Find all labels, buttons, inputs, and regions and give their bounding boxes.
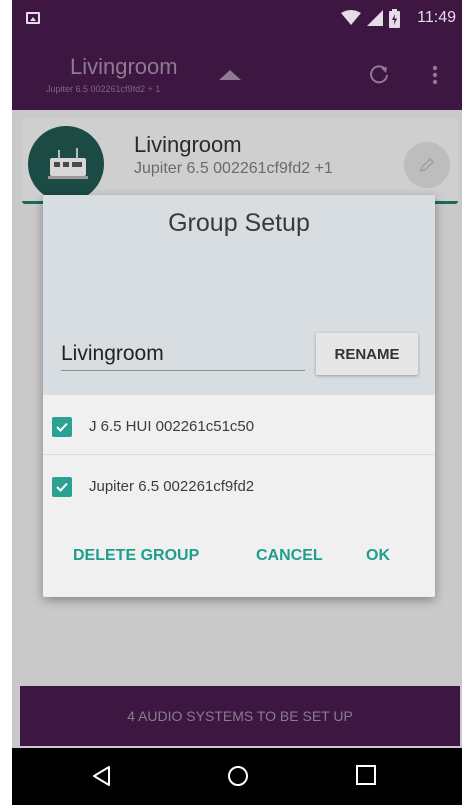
cancel-button[interactable]: CANCEL (256, 547, 323, 565)
refresh-icon[interactable] (368, 63, 390, 85)
checkmark-icon (56, 482, 68, 492)
phone-screen: 11:49 Livingroom Jupiter 6.5 002261cf9fd… (12, 0, 462, 805)
battery-charging-icon (389, 8, 400, 28)
device-checkbox[interactable] (52, 477, 72, 497)
recents-icon[interactable] (355, 764, 377, 786)
device-label: Jupiter 6.5 002261cf9fd2 (89, 478, 255, 495)
device-label: J 6.5 HUI 002261c51c50 (89, 418, 255, 435)
device-row[interactable]: J 6.5 HUI 002261c51c50 (43, 397, 435, 455)
app-bar-subtitle: Jupiter 6.5 002261cf9fd2 + 1 (46, 84, 161, 94)
group-card[interactable]: Livingroom Jupiter 6.5 002261cf9fd2 +1 (22, 118, 458, 204)
back-icon[interactable] (90, 764, 114, 788)
caret-up-icon[interactable] (219, 70, 241, 80)
edit-button[interactable] (404, 142, 450, 188)
device-checkbox[interactable] (52, 417, 72, 437)
overflow-menu-icon[interactable] (432, 65, 438, 85)
status-time: 11:49 (417, 9, 456, 26)
navigation-bar (12, 748, 462, 805)
device-row[interactable]: Jupiter 6.5 002261cf9fd2 (43, 457, 435, 515)
dialog-actions: DELETE GROUP CANCEL OK (43, 535, 435, 579)
group-card-name: Livingroom (134, 132, 242, 157)
wifi-icon (341, 10, 361, 25)
dialog-header: Group Setup RENAME (43, 195, 435, 395)
edit-pencil-icon (419, 157, 435, 173)
setup-audio-systems-button[interactable]: 4 AUDIO SYSTEMS TO BE SET UP (20, 686, 460, 746)
status-bar: 11:49 (12, 0, 462, 36)
group-name-input[interactable] (61, 337, 305, 371)
setup-audio-systems-label: 4 AUDIO SYSTEMS TO BE SET UP (127, 708, 353, 724)
delete-group-button[interactable]: DELETE GROUP (73, 547, 199, 565)
rename-button[interactable]: RENAME (316, 333, 418, 375)
status-icons (341, 8, 400, 28)
group-card-description: Jupiter 6.5 002261cf9fd2 +1 (134, 160, 333, 177)
app-bar: Livingroom Jupiter 6.5 002261cf9fd2 + 1 (12, 36, 462, 110)
home-icon[interactable] (226, 764, 250, 788)
gallery-icon (26, 12, 40, 24)
ok-button[interactable]: OK (366, 547, 390, 565)
group-setup-dialog: Group Setup RENAME J 6.5 HUI 002261c51c5… (43, 195, 435, 597)
app-bar-title[interactable]: Livingroom (70, 54, 178, 80)
signal-icon (367, 10, 383, 26)
dialog-title: Group Setup (168, 209, 310, 237)
checkmark-icon (56, 422, 68, 432)
speaker-thumbnail (28, 126, 104, 202)
